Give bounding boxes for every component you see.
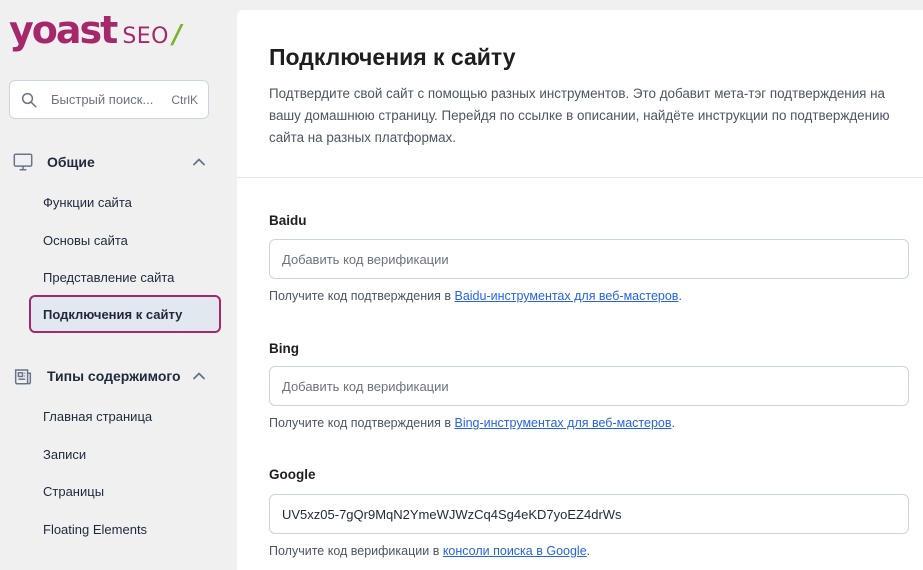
baidu-webmaster-tools-link[interactable]: Baidu-инструментах для веб-мастеров bbox=[454, 289, 678, 303]
bing-webmaster-tools-link[interactable]: Bing-инструментах для веб-мастеров bbox=[454, 416, 671, 430]
baidu-help-text: Получите код подтверждения в Baidu-инстр… bbox=[269, 289, 682, 303]
yoast-seo-logo[interactable]: yoast SEO / bbox=[9, 6, 185, 54]
sidebar-item-site-connections[interactable]: Подключения к сайту bbox=[29, 295, 221, 333]
google-label: Google bbox=[269, 467, 316, 482]
sidebar-item-pages[interactable]: Страницы bbox=[29, 472, 221, 510]
chevron-up-icon[interactable] bbox=[192, 369, 206, 383]
search-placeholder: Быстрый поиск... bbox=[51, 92, 154, 107]
sidebar-item-label: Основы сайта bbox=[43, 232, 128, 248]
nav-group-general[interactable]: Общие bbox=[12, 150, 212, 174]
sidebar-item-label: Подключения к сайту bbox=[43, 306, 183, 322]
page-description: Подтвердите свой сайт с помощью разных и… bbox=[269, 86, 890, 145]
help-prefix: Получите код верификации в bbox=[269, 544, 443, 558]
google-help-text: Получите код верификации в консоли поиск… bbox=[269, 544, 590, 558]
sidebar-item-label: Страницы bbox=[43, 483, 105, 499]
nav-group-label: Типы содержимого bbox=[47, 368, 181, 384]
sidebar-item-site-basics[interactable]: Основы сайта bbox=[29, 221, 221, 259]
help-prefix: Получите код подтверждения в bbox=[269, 289, 455, 303]
sidebar-item-label: Представление сайта bbox=[43, 269, 175, 285]
chevron-up-icon[interactable] bbox=[192, 155, 206, 169]
bing-verification-input[interactable] bbox=[269, 366, 909, 406]
sidebar-item-floating-elements[interactable]: Floating Elements bbox=[29, 510, 221, 548]
search-icon bbox=[21, 92, 37, 107]
logo-slash: / bbox=[169, 20, 185, 50]
help-prefix: Получите код подтверждения в bbox=[269, 416, 455, 430]
nav-group-label: Общие bbox=[47, 154, 95, 170]
google-verification-input[interactable] bbox=[269, 494, 909, 534]
divider bbox=[237, 177, 923, 178]
search-shortcut-hint: CtrlK bbox=[171, 92, 198, 107]
help-suffix: . bbox=[586, 544, 591, 558]
nav-group-content-types[interactable]: Типы содержимого bbox=[12, 364, 212, 388]
sidebar-item-site-features[interactable]: Функции сайта bbox=[29, 183, 221, 221]
sidebar-item-label: Floating Elements bbox=[43, 521, 148, 537]
sidebar: yoast SEO / Быстрый поиск... CtrlK Общие… bbox=[0, 0, 237, 570]
main-panel: Подключения к сайту Подтвердите свой сай… bbox=[237, 10, 923, 570]
page-title: Подключения к сайту bbox=[269, 44, 516, 70]
sidebar-item-posts[interactable]: Записи bbox=[29, 435, 221, 473]
desktop-icon bbox=[13, 153, 33, 171]
logo-product: SEO bbox=[122, 24, 169, 49]
sidebar-item-site-representation[interactable]: Представление сайта bbox=[29, 258, 221, 296]
sidebar-item-label: Записи bbox=[43, 446, 87, 462]
baidu-label: Baidu bbox=[269, 213, 307, 228]
sidebar-item-label: Главная страница bbox=[43, 408, 153, 424]
logo-wordmark: yoast bbox=[9, 8, 118, 52]
bing-label: Bing bbox=[269, 341, 299, 356]
help-suffix: . bbox=[678, 289, 682, 303]
quick-search-input[interactable]: Быстрый поиск... CtrlK bbox=[9, 80, 209, 119]
bing-help-text: Получите код подтверждения в Bing-инстру… bbox=[269, 416, 675, 430]
google-search-console-link[interactable]: консоли поиска в Google bbox=[443, 544, 587, 558]
help-suffix: . bbox=[671, 416, 675, 430]
sidebar-item-homepage[interactable]: Главная страница bbox=[29, 397, 221, 435]
baidu-verification-input[interactable] bbox=[269, 239, 909, 279]
sidebar-item-label: Функции сайта bbox=[43, 194, 132, 210]
newspaper-icon bbox=[14, 369, 32, 385]
